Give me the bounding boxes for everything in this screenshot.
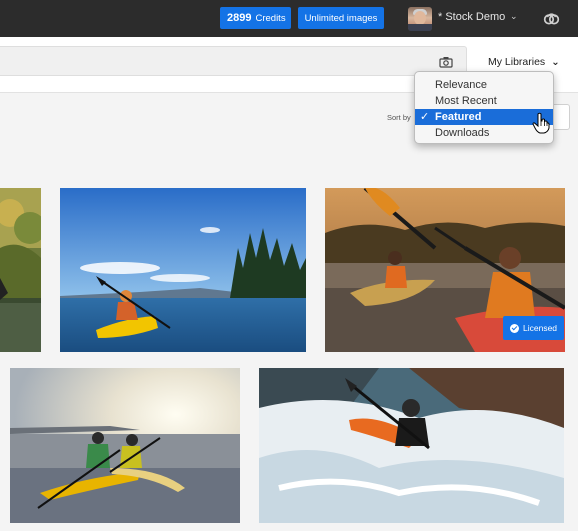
search-input[interactable] (0, 46, 467, 76)
chevron-down-icon: ⌄ (551, 56, 560, 68)
hand-pointer-icon (532, 112, 550, 134)
photo-tile[interactable] (0, 188, 41, 352)
sort-option-relevance[interactable]: Relevance (415, 77, 553, 93)
camera-icon[interactable] (439, 56, 453, 68)
sort-by-label: Sort by (387, 113, 411, 122)
licensed-label: Licensed (523, 323, 558, 333)
avatar[interactable] (408, 7, 432, 31)
sort-option-label: Most Recent (435, 95, 497, 107)
credits-label: Credits (255, 12, 286, 24)
user-name[interactable]: * Stock Demo (438, 11, 505, 23)
unlimited-images-button[interactable]: Unlimited images (298, 7, 384, 29)
my-libraries-label: My Libraries (488, 56, 546, 68)
sort-option-label: Featured (435, 111, 482, 123)
licensed-badge: Licensed (503, 316, 564, 340)
creative-cloud-icon[interactable] (543, 10, 560, 27)
checkmark-icon (510, 323, 519, 333)
photo-tile[interactable] (259, 368, 564, 523)
photo-tile[interactable] (60, 188, 306, 352)
credits-count: 2899 (227, 12, 252, 24)
sort-option-label: Downloads (435, 127, 490, 139)
my-libraries-dropdown[interactable]: My Libraries ⌄ (488, 56, 560, 68)
credits-button[interactable]: 2899 Credits (220, 7, 291, 29)
sort-option-label: Relevance (435, 79, 487, 91)
chevron-down-icon[interactable]: ⌄ (510, 11, 518, 22)
sort-option-most-recent[interactable]: Most Recent (415, 93, 553, 109)
checkmark-icon: ✓ (420, 111, 430, 123)
top-bar: 2899 Credits Unlimited images * Stock De… (0, 0, 578, 37)
photo-tile[interactable] (10, 368, 240, 523)
